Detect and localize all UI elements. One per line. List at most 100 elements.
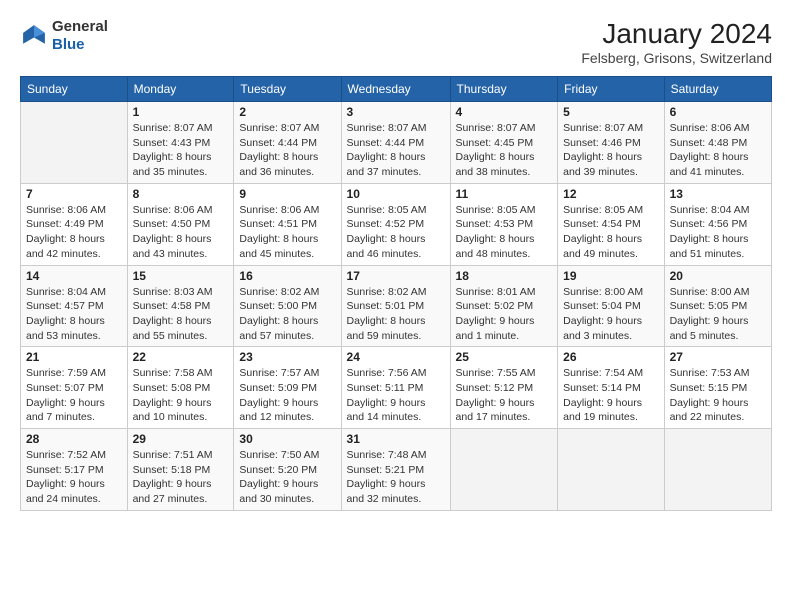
day-detail: Sunrise: 7:56 AMSunset: 5:11 PMDaylight:… (347, 366, 445, 425)
day-detail: Sunrise: 8:06 AMSunset: 4:48 PMDaylight:… (670, 121, 766, 180)
day-detail: Sunrise: 8:05 AMSunset: 4:53 PMDaylight:… (456, 203, 553, 262)
day-number: 12 (563, 187, 658, 201)
calendar-day-cell: 12 Sunrise: 8:05 AMSunset: 4:54 PMDayligh… (558, 183, 664, 265)
day-detail: Sunrise: 7:48 AMSunset: 5:21 PMDaylight:… (347, 448, 445, 507)
day-number: 28 (26, 432, 122, 446)
logo-general: General (52, 18, 108, 35)
day-detail: Sunrise: 8:07 AMSunset: 4:44 PMDaylight:… (347, 121, 445, 180)
page: General Blue January 2024 Felsberg, Gris… (0, 0, 792, 612)
calendar-header-row: SundayMondayTuesdayWednesdayThursdayFrid… (21, 77, 772, 102)
day-detail: Sunrise: 8:06 AMSunset: 4:51 PMDaylight:… (239, 203, 335, 262)
calendar-week-row: 14 Sunrise: 8:04 AMSunset: 4:57 PMDayligh… (21, 265, 772, 347)
calendar-day-cell: 1Sunrise: 8:07 AMSunset: 4:43 PMDaylight… (127, 102, 234, 184)
day-detail: Sunrise: 8:06 AMSunset: 4:50 PMDaylight:… (133, 203, 229, 262)
day-detail: Sunrise: 8:07 AMSunset: 4:44 PMDaylight:… (239, 121, 335, 180)
day-number: 24 (347, 350, 445, 364)
day-detail: Sunrise: 8:05 AMSunset: 4:54 PMDaylight:… (563, 203, 658, 262)
day-detail: Sunrise: 8:07 AMSunset: 4:43 PMDaylight:… (133, 121, 229, 180)
calendar-day-cell: 27 Sunrise: 7:53 AMSunset: 5:15 PMDayligh… (664, 347, 771, 429)
day-number: 17 (347, 269, 445, 283)
day-number: 10 (347, 187, 445, 201)
day-number: 5 (563, 105, 658, 119)
calendar-day-cell: 30Sunrise: 7:50 AMSunset: 5:20 PMDayligh… (234, 429, 341, 511)
day-detail: Sunrise: 8:04 AMSunset: 4:57 PMDaylight:… (26, 285, 122, 344)
day-number: 8 (133, 187, 229, 201)
day-detail: Sunrise: 8:00 AMSunset: 5:04 PMDaylight:… (563, 285, 658, 344)
day-of-week-header: Wednesday (341, 77, 450, 102)
day-number: 9 (239, 187, 335, 201)
calendar-day-cell: 14 Sunrise: 8:04 AMSunset: 4:57 PMDayligh… (21, 265, 128, 347)
day-number: 30 (239, 432, 335, 446)
day-detail: Sunrise: 7:54 AMSunset: 5:14 PMDaylight:… (563, 366, 658, 425)
calendar-day-cell: 10 Sunrise: 8:05 AMSunset: 4:52 PMDayligh… (341, 183, 450, 265)
logo-text: General Blue (52, 18, 108, 54)
day-detail: Sunrise: 7:55 AMSunset: 5:12 PMDaylight:… (456, 366, 553, 425)
calendar-day-cell: 22Sunrise: 7:58 AMSunset: 5:08 PMDayligh… (127, 347, 234, 429)
day-number: 23 (239, 350, 335, 364)
calendar-week-row: 28Sunrise: 7:52 AMSunset: 5:17 PMDayligh… (21, 429, 772, 511)
calendar-day-cell (664, 429, 771, 511)
day-detail: Sunrise: 8:07 AMSunset: 4:45 PMDaylight:… (456, 121, 553, 180)
calendar-day-cell: 18 Sunrise: 8:01 AMSunset: 5:02 PMDayligh… (450, 265, 558, 347)
day-detail: Sunrise: 8:01 AMSunset: 5:02 PMDaylight:… (456, 285, 553, 344)
day-detail: Sunrise: 8:02 AMSunset: 5:01 PMDaylight:… (347, 285, 445, 344)
day-number: 3 (347, 105, 445, 119)
calendar-day-cell: 9 Sunrise: 8:06 AMSunset: 4:51 PMDaylight… (234, 183, 341, 265)
day-number: 7 (26, 187, 122, 201)
day-detail: Sunrise: 8:06 AMSunset: 4:49 PMDaylight:… (26, 203, 122, 262)
day-number: 13 (670, 187, 766, 201)
calendar-day-cell: 28Sunrise: 7:52 AMSunset: 5:17 PMDayligh… (21, 429, 128, 511)
calendar-day-cell: 23 Sunrise: 7:57 AMSunset: 5:09 PMDayligh… (234, 347, 341, 429)
calendar-week-row: 7 Sunrise: 8:06 AMSunset: 4:49 PMDaylight… (21, 183, 772, 265)
day-number: 21 (26, 350, 122, 364)
header: General Blue January 2024 Felsberg, Gris… (20, 18, 772, 66)
day-number: 27 (670, 350, 766, 364)
calendar-day-cell: 24 Sunrise: 7:56 AMSunset: 5:11 PMDayligh… (341, 347, 450, 429)
day-detail: Sunrise: 8:04 AMSunset: 4:56 PMDaylight:… (670, 203, 766, 262)
calendar-day-cell: 17 Sunrise: 8:02 AMSunset: 5:01 PMDayligh… (341, 265, 450, 347)
calendar-day-cell: 15Sunrise: 8:03 AMSunset: 4:58 PMDayligh… (127, 265, 234, 347)
calendar-day-cell: 31 Sunrise: 7:48 AMSunset: 5:21 PMDayligh… (341, 429, 450, 511)
logo-blue: Blue (52, 36, 85, 53)
logo-icon (20, 22, 48, 50)
day-number: 20 (670, 269, 766, 283)
day-detail: Sunrise: 7:51 AMSunset: 5:18 PMDaylight:… (133, 448, 229, 507)
calendar-day-cell (450, 429, 558, 511)
day-of-week-header: Saturday (664, 77, 771, 102)
day-number: 25 (456, 350, 553, 364)
calendar-day-cell: 16 Sunrise: 8:02 AMSunset: 5:00 PMDayligh… (234, 265, 341, 347)
calendar-day-cell: 11 Sunrise: 8:05 AMSunset: 4:53 PMDayligh… (450, 183, 558, 265)
calendar-day-cell: 7 Sunrise: 8:06 AMSunset: 4:49 PMDaylight… (21, 183, 128, 265)
day-detail: Sunrise: 8:00 AMSunset: 5:05 PMDaylight:… (670, 285, 766, 344)
calendar-title: January 2024 (581, 18, 772, 50)
calendar-day-cell: 20 Sunrise: 8:00 AMSunset: 5:05 PMDayligh… (664, 265, 771, 347)
day-number: 14 (26, 269, 122, 283)
calendar-day-cell: 29 Sunrise: 7:51 AMSunset: 5:18 PMDayligh… (127, 429, 234, 511)
day-number: 18 (456, 269, 553, 283)
day-number: 15 (133, 269, 229, 283)
calendar-week-row: 1Sunrise: 8:07 AMSunset: 4:43 PMDaylight… (21, 102, 772, 184)
day-of-week-header: Monday (127, 77, 234, 102)
calendar-day-cell: 4Sunrise: 8:07 AMSunset: 4:45 PMDaylight… (450, 102, 558, 184)
calendar-subtitle: Felsberg, Grisons, Switzerland (581, 50, 772, 66)
calendar-day-cell: 3 Sunrise: 8:07 AMSunset: 4:44 PMDaylight… (341, 102, 450, 184)
calendar-day-cell: 21 Sunrise: 7:59 AMSunset: 5:07 PMDayligh… (21, 347, 128, 429)
day-number: 31 (347, 432, 445, 446)
day-detail: Sunrise: 7:57 AMSunset: 5:09 PMDaylight:… (239, 366, 335, 425)
calendar-day-cell: 26Sunrise: 7:54 AMSunset: 5:14 PMDayligh… (558, 347, 664, 429)
day-detail: Sunrise: 8:02 AMSunset: 5:00 PMDaylight:… (239, 285, 335, 344)
day-number: 22 (133, 350, 229, 364)
calendar-day-cell: 13 Sunrise: 8:04 AMSunset: 4:56 PMDayligh… (664, 183, 771, 265)
calendar-day-cell: 25 Sunrise: 7:55 AMSunset: 5:12 PMDayligh… (450, 347, 558, 429)
day-number: 29 (133, 432, 229, 446)
day-number: 16 (239, 269, 335, 283)
day-number: 11 (456, 187, 553, 201)
day-detail: Sunrise: 8:05 AMSunset: 4:52 PMDaylight:… (347, 203, 445, 262)
title-block: January 2024 Felsberg, Grisons, Switzerl… (581, 18, 772, 66)
day-detail: Sunrise: 7:53 AMSunset: 5:15 PMDaylight:… (670, 366, 766, 425)
day-of-week-header: Tuesday (234, 77, 341, 102)
day-number: 19 (563, 269, 658, 283)
day-detail: Sunrise: 7:59 AMSunset: 5:07 PMDaylight:… (26, 366, 122, 425)
day-detail: Sunrise: 8:07 AMSunset: 4:46 PMDaylight:… (563, 121, 658, 180)
day-number: 2 (239, 105, 335, 119)
